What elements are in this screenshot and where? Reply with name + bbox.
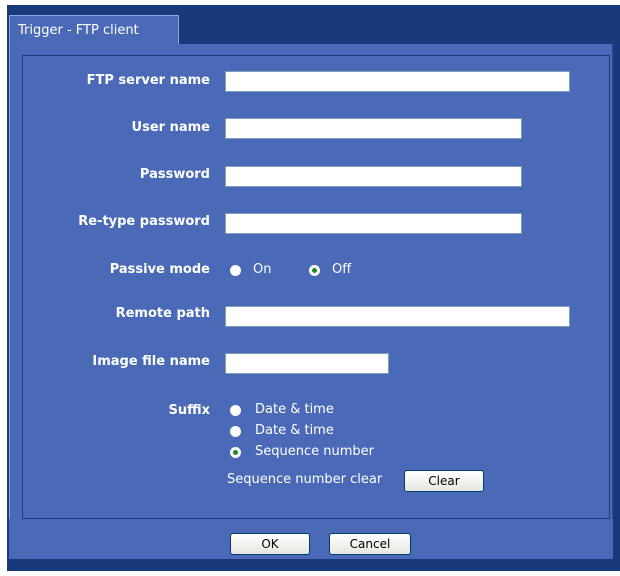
suffix-sequence-number-radio[interactable] bbox=[230, 447, 241, 458]
cancel-button[interactable]: Cancel bbox=[329, 533, 411, 555]
suffix-date-time-label-1: Date & time bbox=[255, 402, 334, 417]
passive-mode-off-label: Off bbox=[332, 262, 352, 277]
passive-mode-label: Passive mode bbox=[109, 262, 210, 277]
user-name-input[interactable] bbox=[225, 118, 522, 139]
suffix-date-time-label-2: Date & time bbox=[255, 423, 334, 438]
sequence-number-clear-label: Sequence number clear bbox=[227, 472, 383, 487]
ok-button[interactable]: OK bbox=[230, 533, 310, 555]
password-input[interactable] bbox=[225, 166, 522, 187]
retype-password-input[interactable] bbox=[225, 213, 522, 234]
ftp-server-name-label: FTP server name bbox=[86, 73, 210, 88]
image-file-name-label: Image file name bbox=[92, 354, 210, 369]
suffix-date-time-radio-2[interactable] bbox=[230, 426, 241, 437]
remote-path-label: Remote path bbox=[115, 306, 210, 321]
passive-mode-off-radio[interactable] bbox=[309, 265, 320, 276]
passive-mode-on-radio[interactable] bbox=[230, 265, 241, 276]
remote-path-input[interactable] bbox=[225, 306, 570, 327]
tab-trigger-ftp-client[interactable]: Trigger - FTP client bbox=[9, 15, 179, 45]
clear-button[interactable]: Clear bbox=[404, 470, 484, 492]
suffix-label: Suffix bbox=[168, 403, 210, 418]
suffix-date-time-radio-1[interactable] bbox=[230, 405, 241, 416]
image-file-name-input[interactable] bbox=[225, 353, 389, 374]
passive-mode-on-label: On bbox=[253, 262, 272, 277]
retype-password-label: Re-type password bbox=[78, 214, 210, 229]
bottom-border bbox=[9, 559, 613, 562]
ftp-server-name-input[interactable] bbox=[225, 71, 570, 92]
tab-label: Trigger - FTP client bbox=[18, 23, 139, 38]
button-bar bbox=[9, 519, 613, 559]
user-name-label: User name bbox=[131, 120, 210, 135]
password-label: Password bbox=[139, 167, 210, 182]
suffix-sequence-number-label: Sequence number bbox=[255, 444, 374, 459]
